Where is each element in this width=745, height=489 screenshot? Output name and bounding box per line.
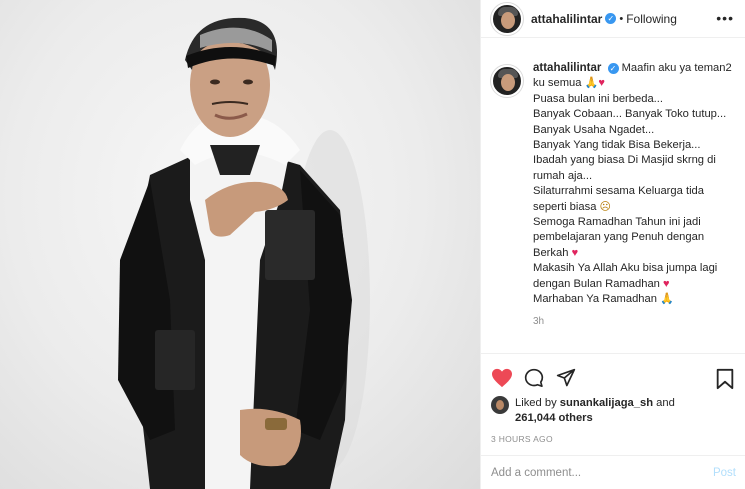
caption-line: Marhaban Ya Ramadhan xyxy=(533,293,657,306)
liked-by-prefix: Liked by xyxy=(515,397,557,409)
likes-summary: Liked by sunankalijaga_sh and 261,044 ot… xyxy=(491,396,741,426)
caption-avatar[interactable] xyxy=(491,65,523,97)
likes-count[interactable]: 261,044 others xyxy=(515,412,593,424)
post-side-panel: attahalilintar ✓ • Following ••• attahal… xyxy=(480,0,745,489)
separator-dot: • xyxy=(619,12,624,25)
likes-text: Liked by sunankalijaga_sh and 261,044 ot… xyxy=(515,396,675,426)
post-comment-button[interactable]: Post xyxy=(713,467,736,479)
heart-emoji-icon: ♥ xyxy=(663,277,670,290)
heart-emoji-icon: ♥ xyxy=(571,246,579,259)
caption-line-with-emoji: Marhaban Ya Ramadhan 🙏 xyxy=(533,292,736,307)
caption-text: attahalilintar ✓ Maafin aku ya teman2 ku… xyxy=(533,61,736,329)
following-button[interactable]: Following xyxy=(626,12,677,26)
comment-input[interactable] xyxy=(491,466,713,479)
post-timestamp[interactable]: 3 HOURS AGO xyxy=(491,434,553,444)
caption-line: Banyak Yang tidak Bisa Bekerja... xyxy=(533,139,701,152)
caption-line: Makasih Ya Allah Aku bisa jumpa lagi den… xyxy=(533,262,718,290)
caption-username[interactable]: attahalilintar xyxy=(533,62,601,74)
caption-line: Banyak Usaha Ngadet... xyxy=(533,123,655,136)
post-header: attahalilintar ✓ • Following ••• xyxy=(481,0,745,38)
pray-emoji-icon: 🙏 xyxy=(584,77,599,90)
heart-filled-icon[interactable] xyxy=(491,368,513,388)
caption-row: attahalilintar ✓ Maafin aku ya teman2 ku… xyxy=(491,61,736,329)
caption-line-with-emoji: Silaturrahmi sesama Keluarga tida sepert… xyxy=(533,184,736,215)
caption-line: Puasa bulan ini berbeda... xyxy=(533,92,663,105)
comment-icon[interactable] xyxy=(523,368,545,388)
more-options-icon[interactable]: ••• xyxy=(716,10,734,26)
share-icon[interactable] xyxy=(555,368,577,388)
caption-line: Ibadah yang biasa Di Masjid skrng di rum… xyxy=(533,154,716,182)
liker-username[interactable]: sunankalijaga_sh xyxy=(560,397,653,409)
header-username[interactable]: attahalilintar xyxy=(531,12,602,26)
avatar[interactable] xyxy=(491,2,523,35)
caption-line-with-emoji: Makasih Ya Allah Aku bisa jumpa lagi den… xyxy=(533,261,736,292)
verified-badge-icon: ✓ xyxy=(605,13,617,24)
caption-line: Banyak Cobaan... Banyak Toko tutup... xyxy=(533,108,727,121)
caption-line-with-emoji: Semoga Ramadhan Tahun ini jadi pembelaja… xyxy=(533,215,736,261)
verified-badge-icon: ✓ xyxy=(607,63,619,74)
bookmark-icon[interactable] xyxy=(715,368,735,390)
comment-box: Post xyxy=(481,455,745,489)
action-bar xyxy=(481,362,745,392)
liked-by-and: and xyxy=(656,397,675,409)
caption-line: Semoga Ramadhan Tahun ini jadi pembelaja… xyxy=(533,216,705,259)
pray-emoji-icon: 🙏 xyxy=(660,293,674,306)
caption-age[interactable]: 3h xyxy=(533,314,736,329)
post-photo[interactable] xyxy=(0,0,480,489)
caption-area: attahalilintar ✓ Maafin aku ya teman2 ku… xyxy=(481,39,745,354)
heart-emoji-icon: ♥ xyxy=(598,77,605,90)
sad-face-emoji-icon: ☹ xyxy=(599,200,612,213)
post-image-illustration xyxy=(118,17,370,489)
liker-avatar[interactable] xyxy=(491,396,509,414)
caption-first-line: attahalilintar ✓ Maafin aku ya teman2 ku… xyxy=(533,61,736,92)
caption-line: Silaturrahmi sesama Keluarga tida sepert… xyxy=(533,185,705,213)
